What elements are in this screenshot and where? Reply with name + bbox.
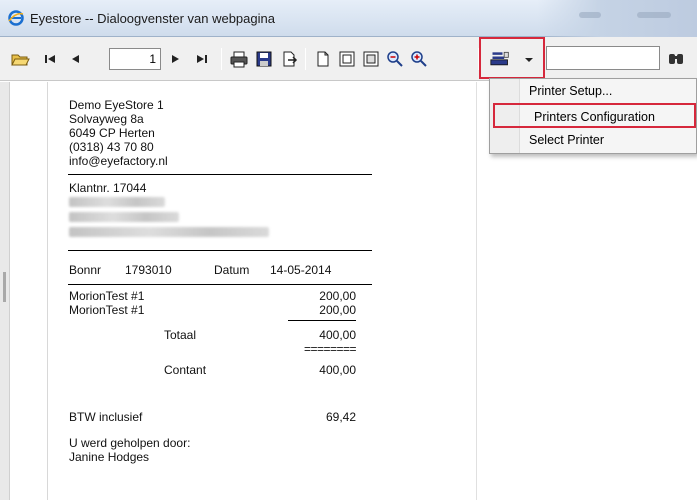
customer-number: Klantnr. 17044: [69, 181, 147, 195]
export-icon[interactable]: [279, 49, 299, 69]
next-page-icon[interactable]: [165, 49, 185, 69]
redacted-address: [69, 212, 179, 222]
store-phone: (0318) 43 70 80: [69, 140, 154, 154]
first-page-icon[interactable]: [40, 49, 60, 69]
store-postal: 6049 CP Herten: [69, 126, 155, 140]
receipt-page: Demo EyeStore 1 Solvayweg 8a 6049 CP Her…: [47, 82, 477, 500]
zoom-out-icon[interactable]: [385, 49, 405, 69]
payment-amount: 400,00: [319, 363, 356, 377]
helped-by-label: U werd geholpen door:: [69, 436, 191, 450]
printer-button-highlight: [479, 37, 545, 79]
open-icon[interactable]: [10, 49, 30, 69]
line-item: MorionTest #1: [69, 303, 145, 317]
two-page-icon[interactable]: [337, 49, 357, 69]
print-icon[interactable]: [229, 49, 249, 69]
menu-item-select-printer[interactable]: Select Printer: [490, 128, 697, 153]
internet-explorer-icon: [8, 10, 24, 26]
store-email: info@eyefactory.nl: [69, 154, 168, 168]
divider: [68, 174, 372, 175]
total-label: Totaal: [164, 328, 197, 342]
menu-item-printers-configuration[interactable]: Printers Configuration: [493, 103, 696, 128]
total-amount: 400,00: [319, 328, 356, 342]
divider: [68, 250, 372, 251]
line-amount: 200,00: [319, 303, 356, 317]
store-street: Solvayweg 8a: [69, 112, 144, 126]
bon-label: Bonnr: [69, 263, 102, 277]
line-amount: 200,00: [319, 289, 356, 303]
window-controls[interactable]: [537, 0, 697, 37]
double-rule: ========: [303, 342, 357, 356]
toolbar-separator: [305, 48, 306, 70]
redacted-name: [69, 197, 165, 207]
divider: [68, 284, 372, 285]
store-name: Demo EyeStore 1: [69, 98, 164, 112]
vat-label: BTW inclusief: [69, 410, 143, 424]
line-item: MorionTest #1: [69, 289, 145, 303]
toolbar-separator: [221, 48, 222, 70]
save-icon[interactable]: [254, 49, 274, 69]
vat-amount: 69,42: [325, 410, 356, 424]
payment-label: Contant: [164, 363, 207, 377]
zoom-in-icon[interactable]: [409, 49, 429, 69]
bon-number: 1793010: [125, 263, 172, 277]
printer-menu: Printer Setup... Printers Configuration …: [489, 78, 697, 154]
window-title-bar: Eyestore -- Dialoogvenster van webpagina: [0, 0, 697, 37]
menu-item-printer-setup[interactable]: Printer Setup...: [490, 79, 697, 104]
page-number-input[interactable]: [109, 48, 161, 70]
last-page-icon[interactable]: [192, 49, 212, 69]
date-value: 14-05-2014: [270, 263, 332, 277]
date-label: Datum: [214, 263, 250, 277]
search-input[interactable]: [546, 46, 660, 70]
left-scroll-strip[interactable]: [0, 82, 10, 500]
subtotal-rule: [288, 320, 356, 321]
multi-page-icon[interactable]: [361, 49, 381, 69]
find-icon[interactable]: [666, 49, 686, 69]
prev-page-icon[interactable]: [66, 49, 86, 69]
report-toolbar: [0, 37, 697, 81]
single-page-icon[interactable]: [313, 49, 333, 69]
helped-by-name: Janine Hodges: [69, 450, 150, 464]
window-title: Eyestore -- Dialoogvenster van webpagina: [30, 11, 275, 26]
redacted-city: [69, 227, 269, 237]
